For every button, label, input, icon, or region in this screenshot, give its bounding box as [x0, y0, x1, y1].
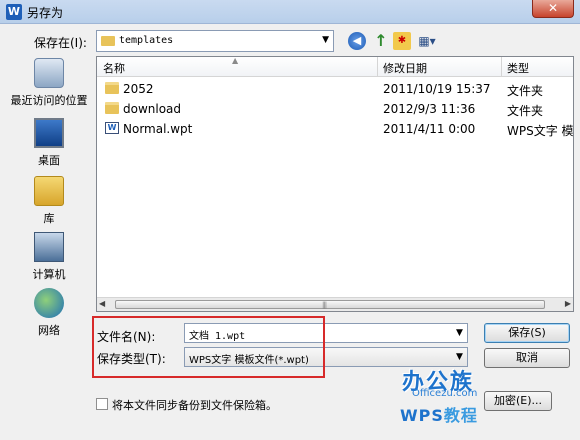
- place-label: 最近访问的位置: [10, 94, 88, 107]
- column-divider[interactable]: [377, 57, 378, 77]
- chevron-down-icon[interactable]: ▼: [322, 35, 329, 45]
- file-name: download: [123, 102, 182, 116]
- folder-icon: [105, 102, 119, 114]
- sort-arrow-icon: ▲: [232, 56, 239, 65]
- window-title: 另存为: [27, 6, 64, 20]
- computer-icon: [34, 232, 64, 262]
- file-date: 2011/4/11 0:00: [383, 122, 476, 136]
- chevron-down-icon[interactable]: ▼: [456, 328, 463, 338]
- wps-document-icon: [105, 122, 119, 134]
- places-bar: 最近访问的位置 桌面 库 计算机 网络: [6, 56, 92, 356]
- file-row[interactable]: download 2012/9/3 11:36 文件夹: [97, 99, 573, 119]
- file-name: 2052: [123, 82, 154, 96]
- place-network[interactable]: 网络: [6, 288, 92, 338]
- place-library[interactable]: 库: [6, 176, 92, 226]
- folder-icon: [105, 82, 119, 94]
- watermark-tutorial: 教程: [443, 406, 478, 425]
- title-bar: W 另存为 ✕: [0, 0, 580, 24]
- view-menu-icon[interactable]: ▦▾: [414, 32, 440, 50]
- file-date: 2012/9/3 11:36: [383, 102, 476, 116]
- place-recent[interactable]: 最近访问的位置: [6, 58, 92, 108]
- encrypt-button[interactable]: 加密(E)...: [484, 391, 552, 411]
- network-icon: [34, 288, 64, 318]
- location-combo[interactable]: templates ▼: [96, 30, 334, 52]
- column-date[interactable]: 修改日期: [383, 60, 427, 76]
- scroll-left-icon[interactable]: ◀: [99, 299, 105, 308]
- place-label: 计算机: [32, 268, 66, 281]
- close-icon: ✕: [547, 1, 559, 15]
- backup-checkbox[interactable]: [96, 398, 108, 410]
- desktop-icon: [34, 118, 64, 148]
- column-header: 名称 ▲ 修改日期 类型: [97, 56, 573, 77]
- place-desktop[interactable]: 桌面: [6, 118, 92, 168]
- scroll-thumb[interactable]: |||: [115, 300, 545, 309]
- column-name[interactable]: 名称: [103, 60, 125, 76]
- new-folder-icon[interactable]: ✱: [393, 32, 411, 50]
- up-folder-icon[interactable]: ↑: [372, 32, 390, 50]
- folder-icon: [101, 36, 115, 46]
- place-label: 库: [43, 212, 55, 225]
- file-type: 文件夹: [507, 84, 544, 98]
- place-computer[interactable]: 计算机: [6, 232, 92, 282]
- recent-places-icon: [34, 58, 64, 88]
- horizontal-scrollbar[interactable]: ◀ ||| ▶: [97, 297, 573, 311]
- highlight-box: [92, 316, 325, 378]
- file-type: WPS文字 模: [507, 124, 574, 138]
- file-date: 2011/10/19 15:37: [383, 82, 491, 96]
- watermark-wps: WPS: [400, 406, 444, 425]
- column-type[interactable]: 类型: [507, 60, 529, 76]
- back-icon[interactable]: ◀: [348, 32, 366, 50]
- place-label: 桌面: [38, 154, 60, 167]
- file-row[interactable]: 2052 2011/10/19 15:37 文件夹: [97, 79, 573, 99]
- column-divider[interactable]: [501, 57, 502, 77]
- close-button[interactable]: ✕: [532, 0, 574, 18]
- file-name: Normal.wpt: [123, 122, 193, 136]
- watermark-url: Officezu.com: [412, 388, 478, 399]
- wps-app-icon: W: [6, 4, 22, 20]
- file-type: 文件夹: [507, 104, 544, 118]
- location-label: 保存在(I):: [34, 36, 87, 50]
- save-button[interactable]: 保存(S): [484, 323, 570, 343]
- library-icon: [34, 176, 64, 206]
- file-row[interactable]: Normal.wpt 2011/4/11 0:00 WPS文字 模: [97, 119, 574, 139]
- place-label: 网络: [38, 324, 60, 337]
- watermark-tagline: WPS教程: [400, 402, 478, 426]
- scroll-right-icon[interactable]: ▶: [565, 299, 571, 308]
- location-value: templates: [119, 35, 174, 46]
- cancel-button[interactable]: 取消: [484, 348, 570, 368]
- backup-label: 将本文件同步备份到文件保险箱。: [112, 399, 277, 412]
- file-list[interactable]: 名称 ▲ 修改日期 类型 2052 2011/10/19 15:37 文件夹 d…: [96, 56, 574, 312]
- grip-icon: |||: [322, 301, 327, 309]
- chevron-down-icon[interactable]: ▼: [456, 352, 463, 362]
